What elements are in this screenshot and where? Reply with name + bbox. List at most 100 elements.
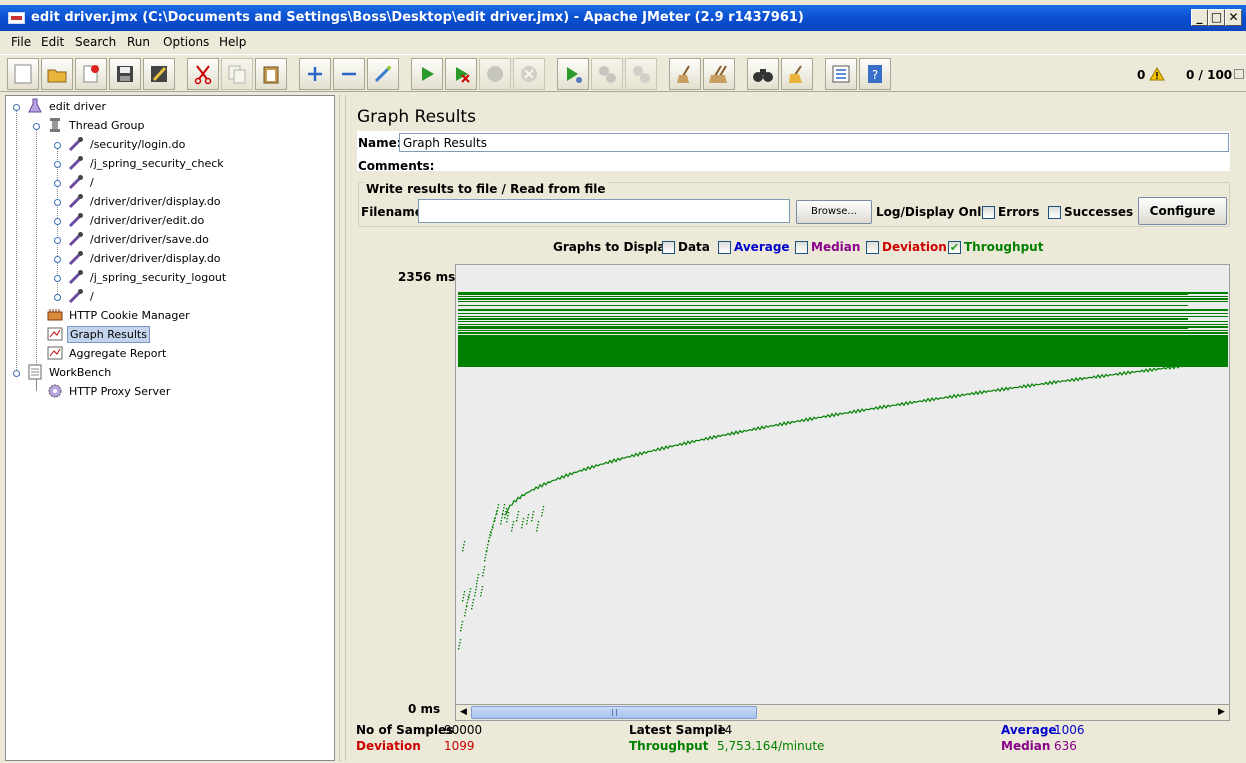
cookie-manager-icon [46,306,64,324]
remote-stop-icon [599,66,616,83]
tree-expander[interactable] [54,294,61,301]
save-button[interactable] [109,58,141,90]
graph-horizontal-scrollbar[interactable]: ◀ ▶ [455,704,1230,721]
close-button[interactable]: ✕ [1225,9,1242,26]
report-listener-icon [46,344,64,362]
scrollbar-thumb[interactable] [471,706,757,719]
filename-label: Filename [361,205,423,219]
window-title: edit driver.jmx (C:\Documents and Settin… [31,10,804,25]
menu-edit[interactable]: Edit [41,35,64,49]
tree-expander[interactable] [54,142,61,149]
save-floppy-icon [117,66,133,82]
error-count: 0 [1137,68,1146,82]
tree-node-proxy-server[interactable]: HTTP Proxy Server [46,382,172,400]
jmeter-window: edit driver.jmx (C:\Documents and Settin… [0,0,1246,763]
pipette-icon [67,230,85,248]
save-as-button[interactable] [143,58,175,90]
menu-run[interactable]: Run [127,35,150,49]
tree-expander[interactable] [54,218,61,225]
help-book-icon: ? [868,65,882,83]
menu-search[interactable]: Search [75,35,116,49]
throughput-stat-value: 5,753.164/minute [717,739,825,753]
menu-options[interactable]: Options [163,35,209,49]
remote-start-all-button[interactable] [557,58,589,90]
menu-help[interactable]: Help [219,35,246,49]
test-plan-tree: edit driver Thread Group /security/login… [5,95,335,761]
tree-node-sampler[interactable]: /security/login.do [67,135,187,153]
tree-node-workbench[interactable]: WorkBench [26,363,113,381]
tree-node-label: HTTP Cookie Manager [69,308,190,322]
errors-checkbox[interactable] [982,206,995,219]
tree-expander[interactable] [54,237,61,244]
search-button[interactable] [747,58,779,90]
throughput-checkbox[interactable]: ✔ [948,241,961,254]
data-checkbox[interactable] [662,241,675,254]
shutdown-icon [521,66,537,82]
shutdown-button[interactable] [513,58,545,90]
tree-node-sampler[interactable]: / [67,173,96,191]
function-helper-button[interactable] [825,58,857,90]
average-checkbox[interactable] [718,241,731,254]
remote-stop-all-button[interactable] [591,58,623,90]
split-pane-divider[interactable] [336,95,344,761]
remote-shutdown-all-button[interactable] [625,58,657,90]
tree-node-graph-results[interactable]: Graph Results [46,325,150,343]
expand-all-button[interactable] [299,58,331,90]
scroll-left-arrow-icon[interactable]: ◀ [457,706,470,719]
successes-checkbox[interactable] [1048,206,1061,219]
tree-expander[interactable] [54,275,61,282]
templates-button[interactable] [41,58,73,90]
throughput-graph [458,292,1228,650]
tree-node-sampler[interactable]: /driver/driver/display.do [67,192,223,210]
warning-icon[interactable] [1149,67,1165,81]
tree-node-label: /driver/driver/edit.do [90,213,205,227]
start-button[interactable] [411,58,443,90]
help-button[interactable]: ? [859,58,891,90]
paste-button[interactable] [255,58,287,90]
configure-button[interactable]: Configure [1138,197,1227,225]
tree-node-thread-group[interactable]: Thread Group [46,116,146,134]
graph-canvas [455,264,1230,719]
browse-button[interactable]: Browse... [796,200,872,224]
maximize-button[interactable]: □ [1208,9,1225,26]
tree-node-test-plan[interactable]: edit driver [26,97,108,115]
tree-expander[interactable] [33,123,40,130]
tree-expander[interactable] [54,199,61,206]
tree-node-sampler[interactable]: /driver/driver/save.do [67,230,211,248]
pipette-icon [67,249,85,267]
reset-search-button[interactable] [781,58,813,90]
tree-expander[interactable] [54,256,61,263]
toggle-button[interactable] [367,58,399,90]
tree-expander[interactable] [54,180,61,187]
minimize-button[interactable]: _ [1191,9,1208,26]
paste-clipboard-icon [263,66,279,84]
tree-node-aggregate-report[interactable]: Aggregate Report [46,344,168,362]
tree-node-sampler[interactable]: /j_spring_security_check [67,154,226,172]
copy-button[interactable] [221,58,253,90]
tree-node-label: / [90,289,94,303]
new-button[interactable] [7,58,39,90]
clear-all-button[interactable] [703,58,735,90]
stop-button[interactable] [479,58,511,90]
tree-node-cookie-manager[interactable]: HTTP Cookie Manager [46,306,192,324]
tree-node-sampler[interactable]: / [67,287,96,305]
collapse-all-button[interactable] [333,58,365,90]
name-input[interactable] [399,133,1229,152]
tree-node-sampler[interactable]: /driver/driver/edit.do [67,211,206,229]
tree-expander[interactable] [13,370,20,377]
median-checkbox[interactable] [795,241,808,254]
graph-results-panel: Graph Results Name: Comments: Write resu… [345,95,1245,761]
deviation-checkbox[interactable] [866,241,879,254]
filename-input[interactable] [418,199,790,223]
scroll-right-arrow-icon[interactable]: ▶ [1215,706,1228,719]
tree-expander[interactable] [54,161,61,168]
start-no-pauses-button[interactable] [445,58,477,90]
menu-file[interactable]: File [11,35,31,49]
cut-button[interactable] [187,58,219,90]
tree-node-sampler[interactable]: /j_spring_security_logout [67,268,228,286]
tree-expander[interactable] [13,104,20,111]
open-button[interactable] [75,58,107,90]
tree-node-sampler[interactable]: /driver/driver/display.do [67,249,223,267]
clear-button[interactable] [669,58,701,90]
toolbar: ? 0 0 / 100 [0,54,1246,92]
